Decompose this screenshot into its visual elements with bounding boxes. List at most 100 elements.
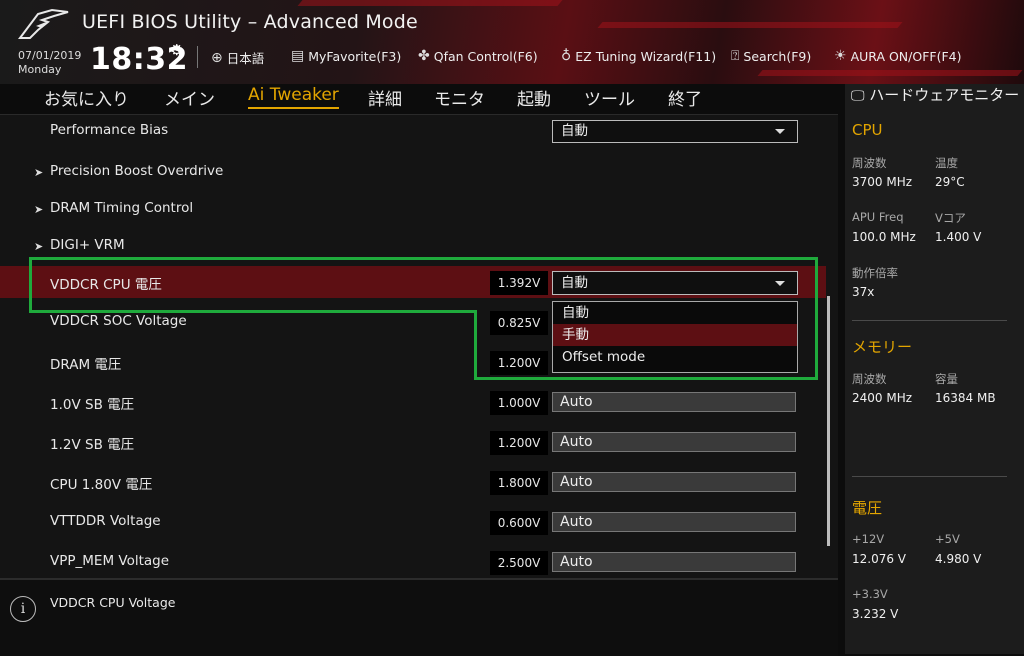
info-icon: i (10, 596, 36, 622)
vppmem-voltage-label: VPP_MEM Voltage (50, 553, 170, 569)
header-decor-stripe (757, 70, 1023, 76)
header-decor-stripe (297, 0, 563, 6)
aura-icon: ☀ (834, 48, 847, 64)
cpu18-voltage-reading: 1.800V (490, 471, 548, 495)
hardware-monitor-panel: 🖵 ハードウェアモニター CPU 周波数 温度 3700 MHz 29°C AP… (845, 84, 1024, 654)
cpu-heading: CPU (852, 121, 883, 139)
v12-value: 12.076 V (852, 552, 907, 566)
sb10-voltage-reading: 1.000V (490, 391, 548, 415)
tab-favorites[interactable]: お気に入り (44, 85, 129, 110)
v5-value: 4.980 V (935, 552, 982, 566)
dropdown-option-manual[interactable]: 手動 (553, 324, 797, 346)
cpu-freq-value: 3700 MHz (852, 175, 913, 189)
aura-label: AURA ON/OFF(F4) (850, 48, 962, 64)
v5-label: +5V (935, 532, 960, 546)
vddcr-cpu-reading: 1.392V (490, 271, 548, 295)
memory-heading: メモリー (852, 338, 913, 356)
tab-exit[interactable]: 終了 (668, 85, 702, 110)
monitor-title: 🖵 ハードウェアモニター (851, 86, 1021, 105)
vppmem-voltage-reading: 2.500V (490, 551, 548, 575)
lightbulb-icon: ♁ (561, 48, 572, 64)
tab-monitor[interactable]: モニタ (434, 85, 485, 110)
title-bar: UEFI BIOS Utility – Advanced Mode 07/01/… (0, 0, 1024, 84)
cpu18-voltage-label: CPU 1.80V 電圧 (50, 477, 153, 493)
day-text: Monday (18, 63, 62, 76)
qfan-label: Qfan Control(F6) (433, 48, 538, 64)
language-button[interactable]: ⊕ 日本語 (211, 48, 264, 67)
chevron-down-icon (775, 129, 785, 134)
cpu-temp-value: 29°C (935, 175, 965, 189)
dram-voltage-label: DRAM 電圧 (50, 357, 122, 373)
tab-ai-tweaker[interactable]: Ai Tweaker (248, 85, 339, 109)
search-icon: ⍰ (731, 48, 740, 64)
aura-toggle-button[interactable]: ☀ AURA ON/OFF(F4) (834, 48, 961, 64)
ratio-label: 動作倍率 (852, 266, 898, 280)
qfan-control-button[interactable]: ✤ Qfan Control(F6) (418, 48, 538, 64)
language-label: 日本語 (226, 51, 265, 66)
performance-bias-label: Performance Bias (50, 122, 169, 138)
arrow-right-icon: ➤ (34, 203, 44, 216)
submenu-label: Precision Boost Overdrive (50, 163, 224, 179)
date-display: 07/01/2019 Monday (18, 49, 81, 77)
annotation-box-mid (29, 310, 477, 313)
scrollbar[interactable] (827, 296, 830, 546)
tab-main[interactable]: メイン (164, 85, 215, 110)
vppmem-voltage-field[interactable]: Auto (552, 552, 796, 572)
sb12-voltage-field[interactable]: Auto (552, 432, 796, 452)
myfavorite-button[interactable]: ▤ MyFavorite(F3) (291, 48, 401, 64)
globe-icon: ⊕ (211, 49, 223, 66)
tab-boot[interactable]: 起動 (517, 85, 551, 110)
arrow-right-icon: ➤ (34, 166, 44, 179)
ratio-value: 37x (852, 285, 875, 299)
vddcr-cpu-select[interactable]: 自動 (552, 271, 798, 295)
vddcr-cpu-label: VDDCR CPU 電圧 (50, 277, 162, 293)
tab-tool[interactable]: ツール (584, 85, 635, 110)
monitor-icon: 🖵 (851, 88, 865, 104)
sb10-voltage-field[interactable]: Auto (552, 392, 796, 412)
date-text: 07/01/2019 (18, 49, 82, 62)
apu-freq-value: 100.0 MHz (852, 230, 916, 244)
gear-icon[interactable]: ⚙ (170, 41, 183, 59)
fan-icon: ✤ (418, 48, 430, 64)
window-title: UEFI BIOS Utility – Advanced Mode (82, 11, 418, 33)
search-button[interactable]: ⍰ Search(F9) (731, 48, 811, 64)
dram-voltage-reading: 1.200V (490, 351, 548, 375)
apu-freq-label: APU Freq (852, 210, 904, 224)
favorite-icon: ▤ (291, 48, 305, 64)
mem-cap-label: 容量 (935, 372, 958, 386)
dropdown-option-offset[interactable]: Offset mode (553, 346, 797, 368)
v33-label: +3.3V (852, 587, 888, 601)
sb12-voltage-reading: 1.200V (490, 431, 548, 455)
cpu-temp-label: 温度 (935, 156, 958, 170)
vttddr-voltage-reading: 0.600V (490, 511, 548, 535)
annotation-box-right (815, 257, 818, 380)
mem-freq-label: 周波数 (852, 372, 887, 386)
v12-label: +12V (852, 532, 885, 546)
vttddr-voltage-field[interactable]: Auto (552, 512, 796, 532)
vcore-value: 1.400 V (935, 230, 982, 244)
mem-freq-value: 2400 MHz (852, 391, 913, 405)
vddcr-cpu-value: 自動 (561, 275, 588, 291)
help-text: VDDCR CPU Voltage (50, 595, 176, 610)
annotation-box-bottom (474, 377, 818, 380)
sb10-voltage-label: 1.0V SB 電圧 (50, 397, 135, 413)
performance-bias-select[interactable]: 自動 (552, 120, 798, 143)
voltage-heading: 電圧 (852, 499, 883, 517)
help-bar: i VDDCR CPU Voltage (0, 578, 838, 656)
tab-advanced[interactable]: 詳細 (368, 85, 402, 110)
cpu18-voltage-field[interactable]: Auto (552, 472, 796, 492)
main-menu-tabs: お気に入り メイン Ai Tweaker 詳細 モニタ 起動 ツール 終了 (0, 84, 838, 114)
submenu-label: DIGI+ VRM (50, 237, 125, 253)
vddcr-soc-reading: 0.825V (490, 311, 548, 335)
search-label: Search(F9) (743, 48, 812, 64)
annotation-box-inner (474, 310, 477, 380)
voltage-mode-dropdown-menu: 自動 手動 Offset mode (552, 301, 798, 373)
myfavorite-label: MyFavorite(F3) (308, 48, 402, 64)
ez-tuning-wizard-button[interactable]: ♁ EZ Tuning Wizard(F11) (561, 48, 716, 64)
dropdown-option-auto[interactable]: 自動 (553, 302, 797, 324)
vddcr-soc-label: VDDCR SOC Voltage (50, 313, 187, 329)
performance-bias-value: 自動 (561, 123, 588, 139)
submenu-label: DRAM Timing Control (50, 200, 194, 216)
vcore-label: Vコア (935, 211, 966, 225)
mem-cap-value: 16384 MB (935, 391, 996, 405)
